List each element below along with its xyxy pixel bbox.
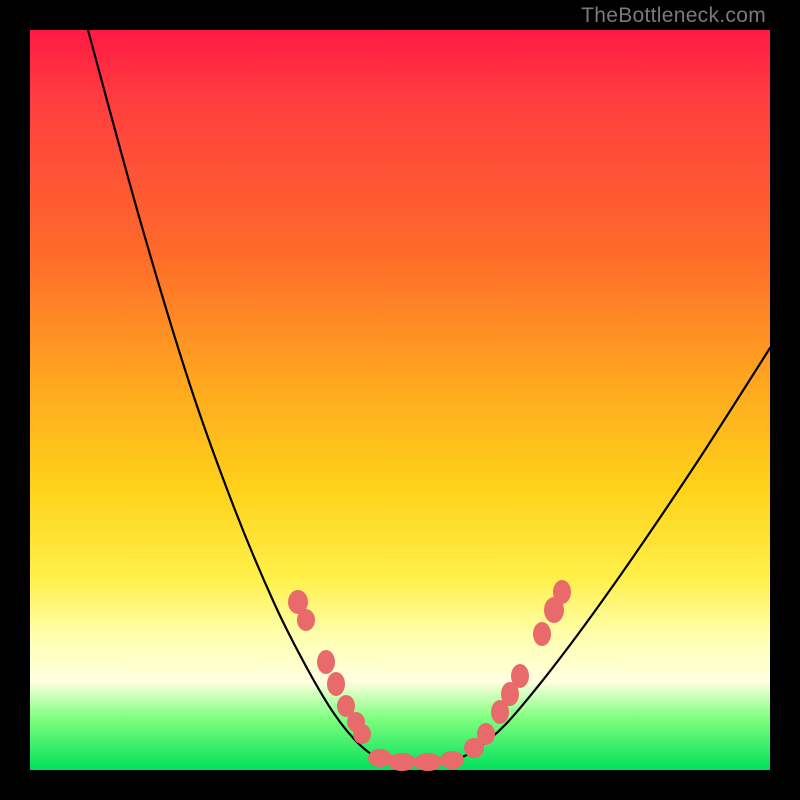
data-marker xyxy=(353,724,371,744)
data-marker xyxy=(317,650,335,674)
bottleneck-curve xyxy=(88,30,770,765)
data-marker xyxy=(368,749,392,767)
data-marker xyxy=(327,672,345,696)
marker-group xyxy=(288,580,571,771)
data-marker xyxy=(511,664,529,688)
data-marker xyxy=(297,609,315,631)
data-marker xyxy=(440,751,464,769)
plot-area xyxy=(30,30,770,770)
data-marker xyxy=(533,622,551,646)
chart-frame: TheBottleneck.com xyxy=(0,0,800,800)
data-marker xyxy=(388,753,416,771)
data-marker xyxy=(477,723,495,745)
watermark-text: TheBottleneck.com xyxy=(581,4,766,28)
data-marker xyxy=(553,580,571,604)
curve-svg xyxy=(30,30,770,770)
data-marker xyxy=(414,753,442,771)
